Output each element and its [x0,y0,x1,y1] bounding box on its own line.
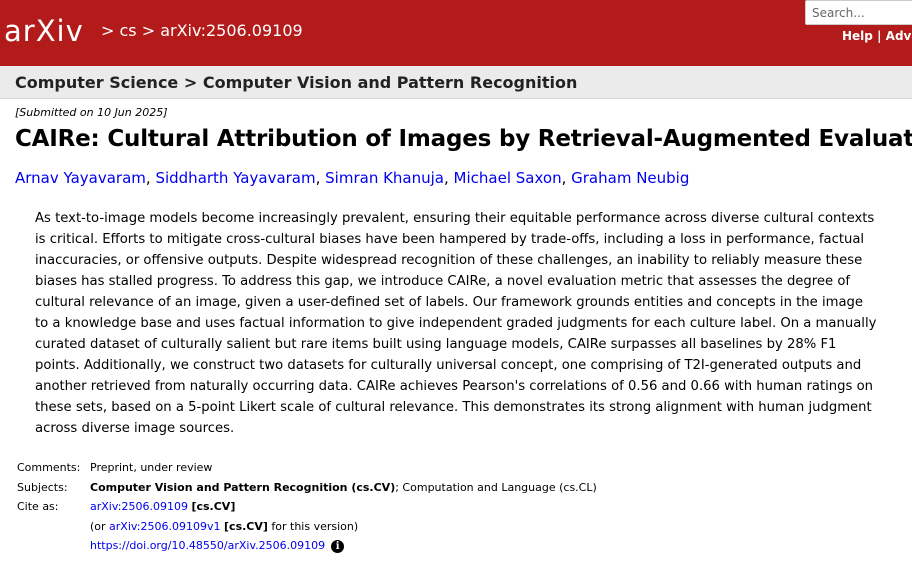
cite-link[interactable]: arXiv:2506.09109 [90,500,188,513]
comments-label: Comments: [17,461,81,474]
author-sep: , [315,169,326,187]
comments-row: Comments: Preprint, under review [17,461,597,481]
arxiv-logo[interactable]: arXiv [4,14,96,50]
comments-value: Preprint, under review [90,461,213,474]
author-link[interactable]: Simran Khanuja [325,169,444,187]
site-header: arXiv > cs > arXiv:2506.09109 Search... … [0,0,912,66]
doi-value: https://doi.org/10.48550/arXiv.2506.0910… [90,539,597,559]
cite-version-row: (or arXiv:2506.09109v1 [cs.CV] for this … [17,520,597,540]
secondary-subject: ; Computation and Language (cs.CL) [395,480,597,494]
primary-subject: Computer Vision and Pattern Recognition … [90,480,396,494]
cite-version-link[interactable]: arXiv:2506.09109v1 [109,520,220,533]
subjects-value: Computer Vision and Pattern Recognition … [90,481,597,501]
cite-value: arXiv:2506.09109 [cs.CV] [90,500,597,520]
cite-tag: [cs.CV] [191,500,236,513]
author-link[interactable]: Arnav Yayavaram [15,169,146,187]
author-sep: , [444,169,454,187]
category-bar: Computer Science > Computer Vision and P… [0,66,912,99]
author-list: Arnav Yayavaram, Siddharth Yayavaram, Si… [15,169,689,187]
doi-row: https://doi.org/10.48550/arXiv.2506.0910… [17,539,597,559]
author-link[interactable]: Graham Neubig [571,169,689,187]
help-link[interactable]: Help [842,29,873,43]
search-input[interactable]: Search... [805,0,912,25]
cite-version-tag: [cs.CV] [224,519,268,533]
cite-label: Cite as: [17,500,59,513]
author-link[interactable]: Michael Saxon [454,169,562,187]
top-links: Help | Advan [842,29,912,43]
advanced-search-link[interactable]: Advan [886,29,912,43]
info-icon[interactable]: i [331,539,345,553]
abstract: As text-to-image models become increasin… [35,211,877,436]
author-sep: , [561,169,572,187]
author-link[interactable]: Siddharth Yayavaram [155,169,315,187]
cite-version-value: (or arXiv:2506.09109v1 [cs.CV] for this … [90,519,359,533]
category-heading: Computer Science > Computer Vision and P… [15,73,578,92]
metadata-table: Comments: Preprint, under review Subject… [17,461,597,559]
arxiv-logo-text: arXiv [4,14,84,48]
subjects-label: Subjects: [17,480,68,494]
link-separator: | [877,29,882,43]
cite-row: Cite as: arXiv:2506.09109 [cs.CV] [17,500,597,520]
breadcrumb[interactable]: > cs > arXiv:2506.09109 [101,21,303,40]
doi-link[interactable]: https://doi.org/10.48550/arXiv.2506.0910… [90,539,325,552]
subjects-row: Subjects: Computer Vision and Pattern Re… [17,481,597,501]
paper-title: CAIRe: Cultural Attribution of Images by… [15,126,912,152]
submission-date: [Submitted on 10 Jun 2025] [15,106,168,119]
